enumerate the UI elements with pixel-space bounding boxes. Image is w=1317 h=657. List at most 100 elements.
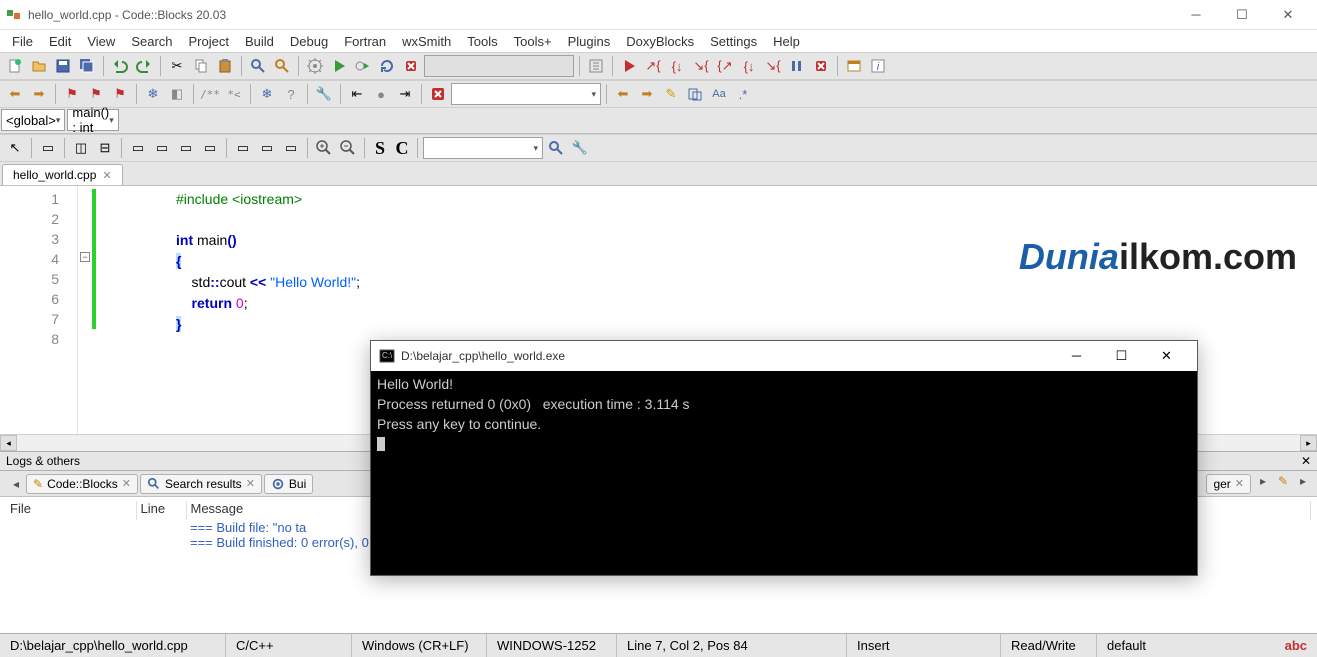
show-targets-icon[interactable] bbox=[585, 55, 607, 77]
box6-icon[interactable]: ▭ bbox=[256, 137, 278, 159]
doxy-wizard-icon[interactable]: ❄ bbox=[142, 83, 164, 105]
source-button[interactable]: S bbox=[370, 138, 390, 159]
log-tab-debugger[interactable]: ger✕ bbox=[1206, 474, 1251, 494]
bookmark-next-icon[interactable]: ⚑ bbox=[109, 83, 131, 105]
paste-icon[interactable] bbox=[214, 55, 236, 77]
menu-debug[interactable]: Debug bbox=[282, 32, 336, 51]
menu-search[interactable]: Search bbox=[123, 32, 180, 51]
debug-windows-icon[interactable] bbox=[843, 55, 865, 77]
menu-view[interactable]: View bbox=[79, 32, 123, 51]
console-close-button[interactable]: ✕ bbox=[1144, 348, 1189, 364]
code-content[interactable]: #include <iostream> int main() { std::co… bbox=[78, 186, 360, 434]
abort-icon[interactable] bbox=[400, 55, 422, 77]
logs-tab-next-icon[interactable]: ▸ bbox=[1255, 474, 1271, 494]
scroll-right-icon[interactable]: ▸ bbox=[1300, 435, 1317, 451]
tab-close-icon[interactable]: ✕ bbox=[102, 169, 111, 182]
scroll-left-icon[interactable]: ◂ bbox=[0, 435, 17, 451]
zoom-out-icon[interactable] bbox=[337, 137, 359, 159]
doxy-config-icon[interactable]: 🔧 bbox=[313, 83, 335, 105]
menu-project[interactable]: Project bbox=[181, 32, 237, 51]
close-icon[interactable]: ✕ bbox=[1235, 477, 1244, 490]
log-tab-codeblocks[interactable]: ✎Code::Blocks✕ bbox=[26, 474, 138, 494]
goto-search-icon[interactable] bbox=[545, 137, 567, 159]
clear-icon[interactable] bbox=[427, 83, 449, 105]
run-to-cursor-icon[interactable]: ↗{ bbox=[642, 55, 664, 77]
rebuild-icon[interactable] bbox=[376, 55, 398, 77]
stop-debug-icon[interactable] bbox=[810, 55, 832, 77]
console-output[interactable]: Hello World! Process returned 0 (0x0) ex… bbox=[371, 371, 1197, 575]
box2-icon[interactable]: ▭ bbox=[151, 137, 173, 159]
debug-run-icon[interactable] bbox=[618, 55, 640, 77]
menu-build[interactable]: Build bbox=[237, 32, 282, 51]
next-instr-icon[interactable]: {↓ bbox=[738, 55, 760, 77]
regex-icon[interactable]: .* bbox=[732, 83, 754, 105]
log-tab-search[interactable]: Search results✕ bbox=[140, 474, 262, 494]
maximize-button[interactable]: ☐ bbox=[1219, 0, 1265, 30]
redo-icon[interactable] bbox=[133, 55, 155, 77]
menu-fortran[interactable]: Fortran bbox=[336, 32, 394, 51]
last-jump-icon[interactable]: ● bbox=[370, 83, 392, 105]
goto-combo[interactable]: ▾ bbox=[423, 137, 543, 159]
function-dropdown[interactable]: main() : int▾ bbox=[67, 109, 118, 131]
bookmark-prev-icon[interactable]: ⚑ bbox=[85, 83, 107, 105]
prev-result-icon[interactable]: ⬅ bbox=[612, 83, 634, 105]
diff-icon[interactable]: ▭ bbox=[37, 137, 59, 159]
split-v-icon[interactable]: ⊟ bbox=[94, 137, 116, 159]
minimize-button[interactable]: ─ bbox=[1173, 0, 1219, 30]
build-icon[interactable] bbox=[304, 55, 326, 77]
jump-forward-icon[interactable]: ⇥ bbox=[394, 83, 416, 105]
zoom-in-icon[interactable] bbox=[313, 137, 335, 159]
console-titlebar[interactable]: C:\ D:\belajar_cpp\hello_world.exe ─ ☐ ✕ bbox=[371, 341, 1197, 371]
box5-icon[interactable]: ▭ bbox=[232, 137, 254, 159]
tab-hello-world[interactable]: hello_world.cpp ✕ bbox=[2, 164, 123, 185]
close-icon[interactable]: ✕ bbox=[122, 477, 131, 490]
doxy-extract-icon[interactable]: ◧ bbox=[166, 83, 188, 105]
copy-icon[interactable] bbox=[190, 55, 212, 77]
logs-close-icon[interactable]: ✕ bbox=[1301, 454, 1311, 468]
symbols-button[interactable]: C bbox=[392, 138, 412, 159]
bookmark-flag-icon[interactable]: ⚑ bbox=[61, 83, 83, 105]
run-icon[interactable] bbox=[328, 55, 350, 77]
replace-icon[interactable] bbox=[271, 55, 293, 77]
match-case-icon[interactable]: Aa bbox=[708, 83, 730, 105]
step-instr-icon[interactable]: ↘{ bbox=[762, 55, 784, 77]
step-into-icon[interactable]: ↘{ bbox=[690, 55, 712, 77]
nav-back-icon[interactable]: ⬅ bbox=[4, 83, 26, 105]
jump-back-icon[interactable]: ⇤ bbox=[346, 83, 368, 105]
menu-tools[interactable]: Tools bbox=[459, 32, 505, 51]
step-out-icon[interactable]: {↗ bbox=[714, 55, 736, 77]
doxy-comment-icon[interactable]: /** bbox=[199, 83, 221, 105]
menu-plugins[interactable]: Plugins bbox=[560, 32, 619, 51]
box7-icon[interactable]: ▭ bbox=[280, 137, 302, 159]
box4-icon[interactable]: ▭ bbox=[199, 137, 221, 159]
find-icon[interactable] bbox=[247, 55, 269, 77]
save-icon[interactable] bbox=[52, 55, 74, 77]
split-h-icon[interactable]: ◫ bbox=[70, 137, 92, 159]
undo-icon[interactable] bbox=[109, 55, 131, 77]
next-result-icon[interactable]: ➡ bbox=[636, 83, 658, 105]
build-target-dropdown[interactable] bbox=[424, 55, 574, 77]
new-file-icon[interactable] bbox=[4, 55, 26, 77]
save-all-icon[interactable] bbox=[76, 55, 98, 77]
logs-more-icon[interactable]: ▸ bbox=[1295, 474, 1311, 494]
doxy-html-icon[interactable]: ❄ bbox=[256, 83, 278, 105]
box3-icon[interactable]: ▭ bbox=[175, 137, 197, 159]
menu-wxsmith[interactable]: wxSmith bbox=[394, 32, 459, 51]
close-icon[interactable]: ✕ bbox=[246, 477, 255, 490]
log-tab-build[interactable]: Bui bbox=[264, 474, 313, 494]
select-skip-icon[interactable] bbox=[684, 83, 706, 105]
spellcheck-icon[interactable]: abc bbox=[1275, 634, 1317, 657]
menu-help[interactable]: Help bbox=[765, 32, 808, 51]
doxy-line-icon[interactable]: *< bbox=[223, 83, 245, 105]
console-minimize-button[interactable]: ─ bbox=[1054, 348, 1099, 364]
highlight-icon[interactable]: ✎ bbox=[660, 83, 682, 105]
open-icon[interactable] bbox=[28, 55, 50, 77]
break-icon[interactable] bbox=[786, 55, 808, 77]
step-line-icon[interactable]: {↓ bbox=[666, 55, 688, 77]
doxy-chm-icon[interactable]: ? bbox=[280, 83, 302, 105]
menu-toolsplus[interactable]: Tools+ bbox=[506, 32, 560, 51]
logs-edit-icon[interactable]: ✎ bbox=[1275, 474, 1291, 494]
cut-icon[interactable]: ✂ bbox=[166, 55, 188, 77]
build-run-icon[interactable] bbox=[352, 55, 374, 77]
info-icon[interactable]: i bbox=[867, 55, 889, 77]
